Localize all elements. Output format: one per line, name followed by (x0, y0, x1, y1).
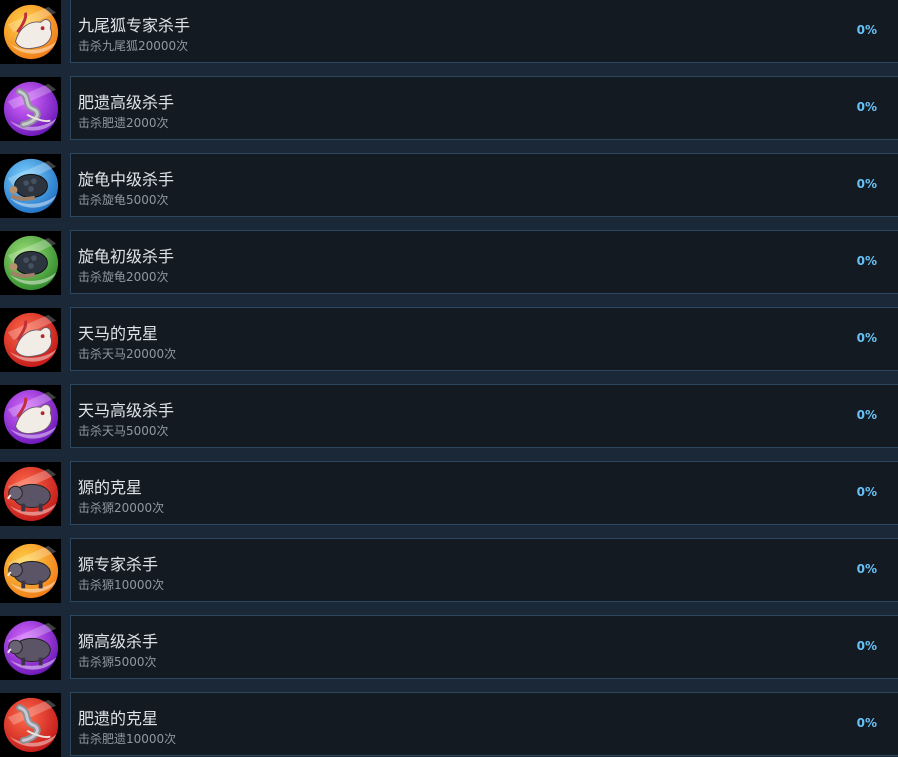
achievement-row: 獂高级杀手击杀獂5000次 0% (0, 599, 898, 680)
achievement-description: 击杀獂10000次 (78, 578, 165, 592)
achievement-panel: 獂的克星击杀獂20000次 0% (70, 461, 898, 525)
achievement-description: 击杀肥遗10000次 (78, 732, 177, 746)
achievement-icon-frame (0, 77, 61, 141)
achievement-title: 獂专家杀手 (78, 555, 159, 574)
achievement-description: 击杀旋龟5000次 (78, 193, 169, 207)
achievement-panel: 獂专家杀手击杀獂10000次 0% (70, 538, 898, 602)
achievement-title: 旋龟初级杀手 (78, 247, 175, 266)
unlock-percentage: 0% (856, 254, 877, 268)
achievement-title: 九尾狐专家杀手 (78, 16, 191, 35)
achievement-row: 旋龟中级杀手击杀旋龟5000次 0% (0, 137, 898, 218)
unlock-percentage: 0% (856, 485, 877, 499)
achievement-title: 肥遗的克星 (78, 709, 159, 728)
unlock-percentage: 0% (856, 177, 877, 191)
achievement-icon-frame (0, 693, 61, 757)
achievement-panel: 天马高级杀手击杀天马5000次 0% (70, 384, 898, 448)
achievement-panel: 天马的克星击杀天马20000次 0% (70, 307, 898, 371)
unlock-percentage: 0% (856, 23, 877, 37)
huan-beast-icon (3, 543, 58, 599)
achievement-description: 击杀獂20000次 (78, 501, 165, 515)
achievement-panel: 旋龟初级杀手击杀旋龟2000次 0% (70, 230, 898, 294)
achievement-panel: 獂高级杀手击杀獂5000次 0% (70, 615, 898, 679)
achievement-description: 击杀天马20000次 (78, 347, 177, 361)
achievement-title: 天马高级杀手 (78, 401, 175, 420)
achievement-title: 獂高级杀手 (78, 632, 159, 651)
xuan-turtle-icon (3, 158, 58, 214)
achievement-row: 九尾狐专家杀手击杀九尾狐20000次 0% (0, 0, 898, 64)
achievement-icon-frame (0, 308, 61, 372)
achievement-row: 獂专家杀手击杀獂10000次 0% (0, 522, 898, 603)
achievement-description: 击杀獂5000次 (78, 655, 157, 669)
achievement-row: 天马的克星击杀天马20000次 0% (0, 291, 898, 372)
unlock-percentage: 0% (856, 562, 877, 576)
achievement-description: 击杀天马5000次 (78, 424, 169, 438)
xuan-turtle-icon (3, 235, 58, 291)
unlock-percentage: 0% (856, 331, 877, 345)
achievement-description: 击杀旋龟2000次 (78, 270, 169, 284)
achievement-row: 獂的克星击杀獂20000次 0% (0, 445, 898, 526)
achievement-panel: 肥遗的克星击杀肥遗10000次 0% (70, 692, 898, 756)
unlock-percentage: 0% (856, 639, 877, 653)
achievement-icon-frame (0, 616, 61, 680)
achievement-title: 天马的克星 (78, 324, 159, 343)
achievement-description: 击杀九尾狐20000次 (78, 39, 189, 53)
achievement-panel: 九尾狐专家杀手击杀九尾狐20000次 0% (70, 0, 898, 63)
achievement-row: 天马高级杀手击杀天马5000次 0% (0, 368, 898, 449)
unlock-percentage: 0% (856, 100, 877, 114)
achievement-icon-frame (0, 385, 61, 449)
achievement-title: 旋龟中级杀手 (78, 170, 175, 189)
achievement-description: 击杀肥遗2000次 (78, 116, 169, 130)
achievement-icon-frame (0, 462, 61, 526)
achievement-title: 肥遗高级杀手 (78, 93, 175, 112)
feiyi-serpent-icon (3, 697, 58, 753)
achievement-icon-frame (0, 231, 61, 295)
huan-beast-icon (3, 620, 58, 676)
achievement-row: 旋龟初级杀手击杀旋龟2000次 0% (0, 214, 898, 295)
unlock-percentage: 0% (856, 716, 877, 730)
achievement-panel: 旋龟中级杀手击杀旋龟5000次 0% (70, 153, 898, 217)
achievement-list: 九尾狐专家杀手 击杀九尾狐20000次 0% 肥遗高级杀手 击杀肥遗2000次 0% 旋龟中… (0, 0, 898, 757)
achievement-icon-frame (0, 154, 61, 218)
tianma-horse-icon (3, 312, 58, 368)
huan-beast-icon (3, 466, 58, 522)
nine-tailed-fox-icon (3, 4, 58, 60)
achievement-title: 獂的克星 (78, 478, 143, 497)
tianma-horse-icon (3, 389, 58, 445)
achievement-row: 肥遗高级杀手击杀肥遗2000次 0% (0, 60, 898, 141)
feiyi-serpent-icon (3, 81, 58, 137)
achievement-panel: 肥遗高级杀手击杀肥遗2000次 0% (70, 76, 898, 140)
achievement-icon-frame (0, 0, 61, 64)
achievement-row: 肥遗的克星击杀肥遗10000次 0% (0, 676, 898, 757)
achievement-icon-frame (0, 539, 61, 603)
unlock-percentage: 0% (856, 408, 877, 422)
